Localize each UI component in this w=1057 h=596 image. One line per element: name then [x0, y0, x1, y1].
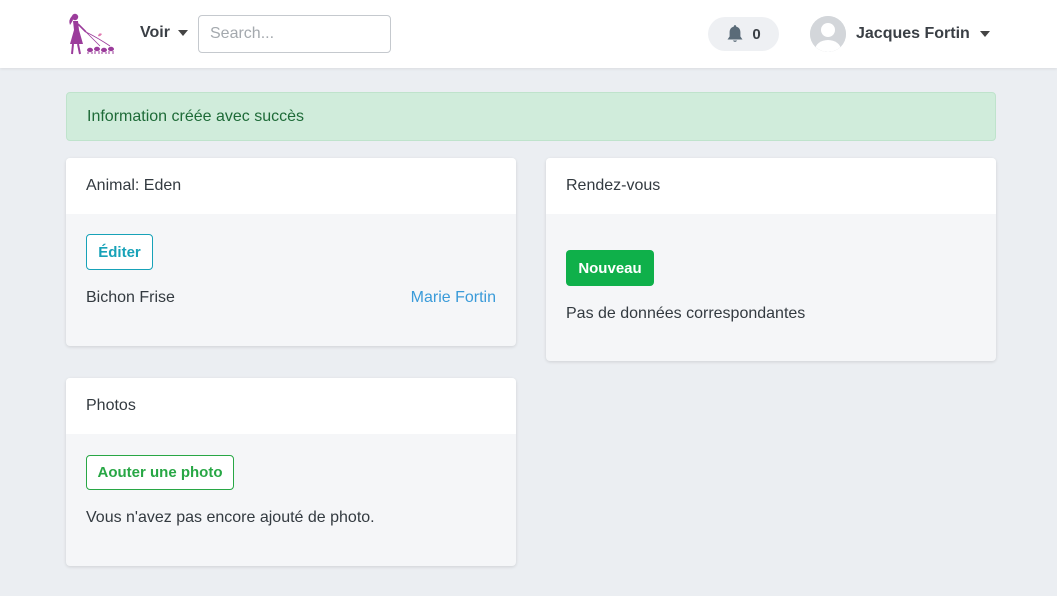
- edit-button[interactable]: Éditer: [86, 234, 153, 270]
- user-name: Jacques Fortin: [856, 25, 970, 42]
- notifications-button[interactable]: 0: [708, 17, 779, 51]
- caret-down-icon: [177, 30, 188, 36]
- appointments-card-body: Nouveau Pas de données correspondantes: [546, 214, 996, 361]
- bell-icon: [727, 24, 743, 42]
- animal-card: Animal: Eden Éditer Bichon Frise Marie F…: [66, 158, 516, 346]
- navbar: Voir 0 Jacques Fortin: [0, 0, 1057, 68]
- new-appointment-button[interactable]: Nouveau: [566, 250, 654, 286]
- user-menu[interactable]: Jacques Fortin: [810, 16, 990, 52]
- photos-card: Photos Aouter une photo Vous n'avez pas …: [66, 378, 516, 566]
- animal-breed: Bichon Frise: [86, 289, 175, 306]
- photos-card-header: Photos: [66, 378, 516, 434]
- caret-down-icon: [979, 31, 990, 37]
- voir-label: Voir: [140, 24, 170, 41]
- photos-empty-text: Vous n'avez pas encore ajouté de photo.: [86, 509, 375, 526]
- logo-icon[interactable]: [64, 12, 116, 56]
- appointments-card-title: Rendez-vous: [566, 177, 661, 194]
- owner-link[interactable]: Marie Fortin: [411, 289, 496, 307]
- notification-count: 0: [752, 25, 761, 43]
- success-alert: Information créée avec succès: [66, 92, 996, 141]
- avatar-icon: [810, 16, 846, 52]
- search-input[interactable]: [198, 15, 391, 53]
- animal-card-header: Animal: Eden: [66, 158, 516, 214]
- animal-card-title: Animal: Eden: [86, 177, 182, 194]
- animal-card-body: Éditer Bichon Frise Marie Fortin: [66, 214, 516, 346]
- appointments-card-header: Rendez-vous: [546, 158, 996, 214]
- appointments-empty-text: Pas de données correspondantes: [566, 305, 806, 322]
- add-photo-button[interactable]: Aouter une photo: [86, 455, 234, 490]
- alert-message: Information créée avec succès: [87, 107, 304, 125]
- appointments-card: Rendez-vous Nouveau Pas de données corre…: [546, 158, 996, 361]
- photos-card-body: Aouter une photo Vous n'avez pas encore …: [66, 434, 516, 566]
- photos-card-title: Photos: [86, 397, 136, 414]
- voir-dropdown[interactable]: Voir: [140, 21, 188, 45]
